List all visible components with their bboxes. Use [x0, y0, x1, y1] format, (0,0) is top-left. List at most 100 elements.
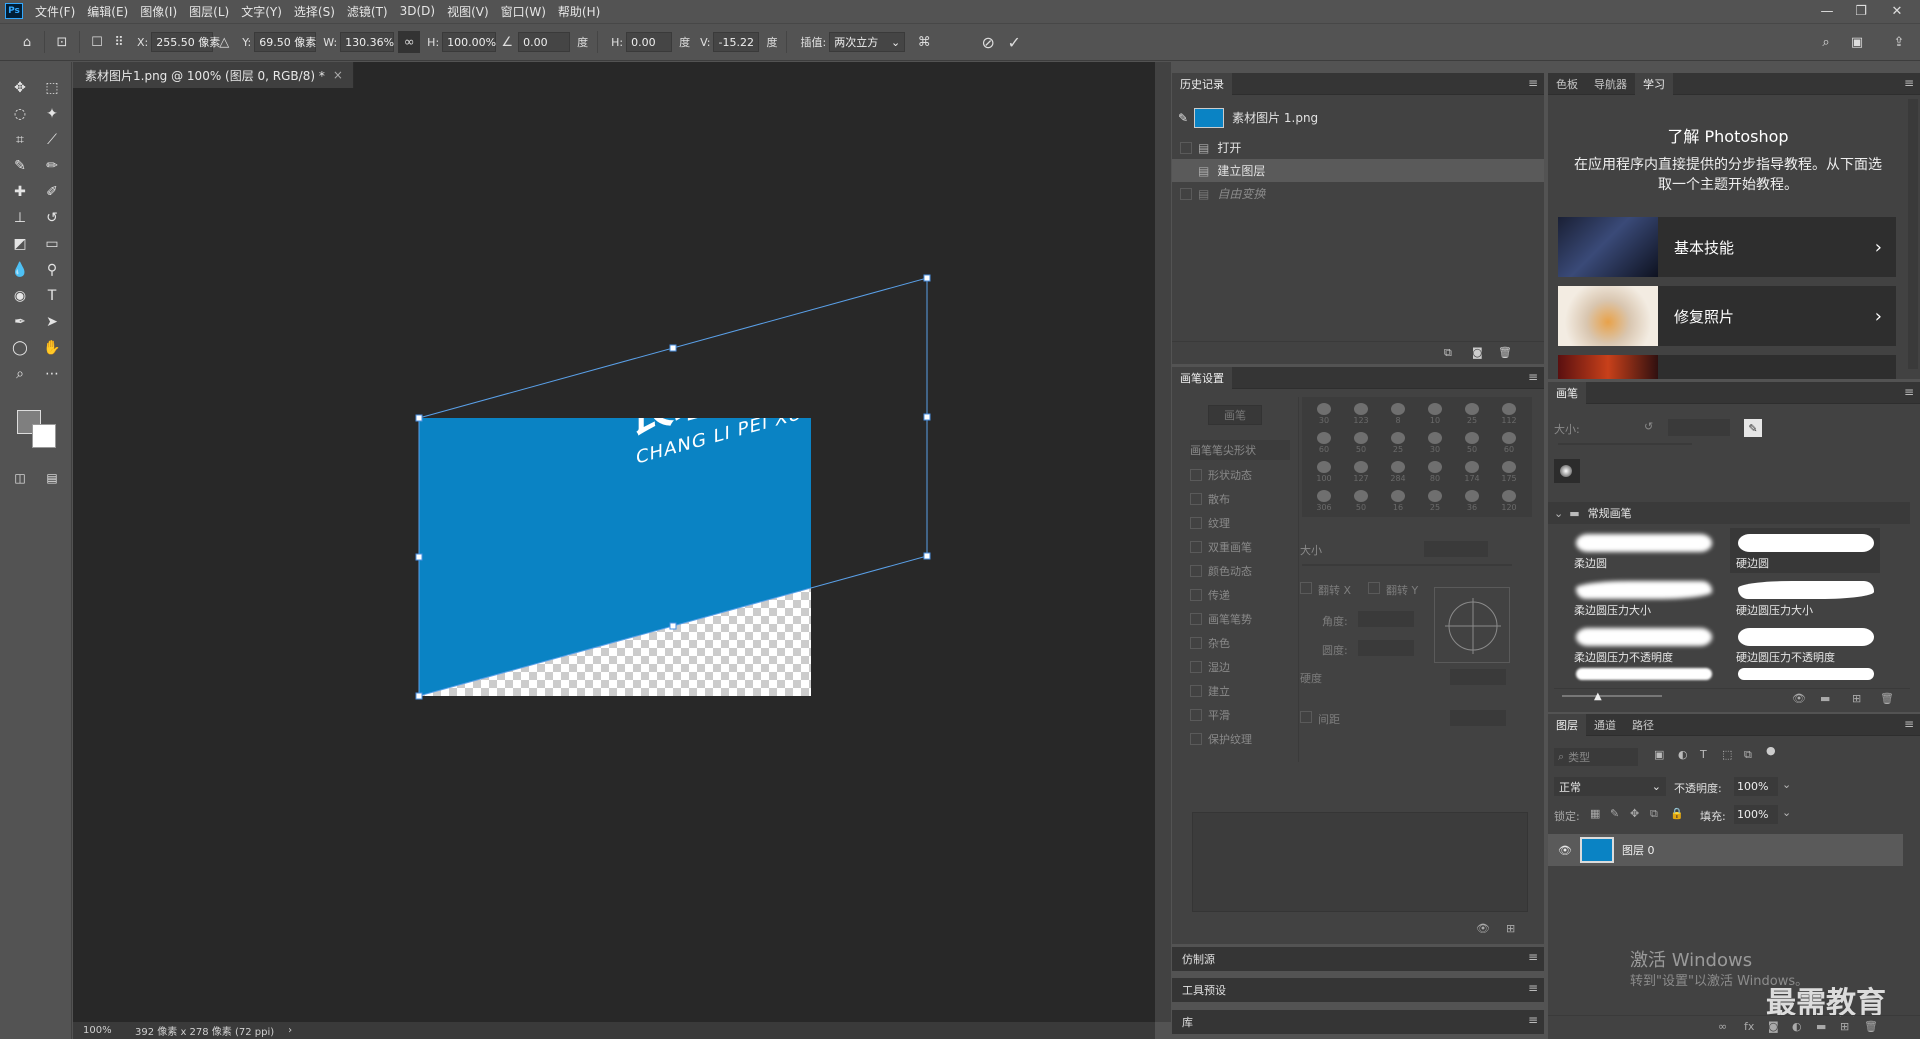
status-arrow[interactable]: › [288, 1025, 292, 1036]
skew-v-field[interactable]: -15.22 [713, 32, 760, 52]
commit-transform-icon[interactable]: ✓ [1003, 31, 1025, 53]
menu-view[interactable]: 视图(V) [441, 3, 495, 20]
menu-edit[interactable]: 编辑(E) [81, 3, 134, 20]
brush-opt-transfer[interactable]: 传递 [1190, 585, 1230, 605]
brush-preset[interactable]: 36 [1456, 488, 1488, 515]
opacity-field[interactable]: 100% [1734, 777, 1778, 796]
handle-bottom-left[interactable] [415, 692, 423, 700]
brush-angle-field[interactable] [1358, 611, 1414, 627]
spacing-field[interactable] [1450, 710, 1506, 726]
width-field[interactable]: 130.36% [340, 32, 395, 52]
menu-select[interactable]: 选择(S) [288, 3, 341, 20]
eyedropper-tool-icon[interactable]: ⟋ [39, 128, 65, 152]
close-icon[interactable]: ✕ [1880, 0, 1914, 22]
handle-bottom-middle[interactable] [669, 622, 677, 630]
layer-filter-select[interactable]: ⌕ 类型 [1554, 748, 1638, 766]
brush-preset[interactable]: 30 [1308, 401, 1340, 428]
ellipse-tool-icon[interactable]: ◯ [7, 336, 33, 360]
handle-top-right[interactable] [923, 274, 931, 282]
height-field[interactable]: 100.00% [442, 32, 497, 52]
tab-layers[interactable]: 图层 [1548, 713, 1586, 736]
history-item-free-transform[interactable]: ▤ 自由变换 [1172, 182, 1544, 205]
new-brush-preset-icon[interactable]: ✎ [1744, 419, 1762, 437]
canvas-scrollbar[interactable] [1155, 62, 1171, 1022]
brush-button[interactable]: 画笔 [1208, 405, 1262, 425]
brush-preset[interactable]: 50 [1345, 488, 1377, 515]
brush-preset[interactable]: 16 [1382, 488, 1414, 515]
filter-adjust-icon[interactable]: ◐ [1678, 748, 1688, 761]
zoom-tool-icon[interactable]: ⌕ [7, 362, 33, 386]
brush-preset[interactable]: 60 [1308, 430, 1340, 457]
dodge-tool-icon[interactable]: ⚲ [39, 258, 65, 282]
brush-preset[interactable]: 100 [1308, 459, 1340, 486]
marquee-tool-icon[interactable]: ⬚ [39, 76, 65, 100]
brush-preset[interactable]: 120 [1493, 488, 1525, 515]
menu-filter[interactable]: 滤镜(T) [341, 3, 394, 20]
hand-tool-icon[interactable]: ✋ [39, 336, 65, 360]
brush-preset[interactable]: 306 [1308, 488, 1340, 515]
tool-presets-panel[interactable]: 工具预设 ≡ [1172, 978, 1544, 1002]
libraries-panel[interactable]: 库 ≡ [1172, 1010, 1544, 1034]
pencil-tool-icon[interactable]: ✏ [39, 154, 65, 178]
quick-mask-icon[interactable]: ◫ [7, 466, 33, 490]
slider-thumb-icon[interactable]: ▲ [1594, 691, 1602, 702]
adjustment-icon[interactable]: ◐ [1792, 1020, 1802, 1033]
history-snapshot[interactable]: ✎ 素材图片 1.png [1172, 106, 1544, 129]
chevron-down-icon[interactable]: ⌄ [1782, 778, 1791, 791]
roundness-field[interactable] [1358, 640, 1414, 656]
brush-hard-round-pressure-size[interactable]: 硬边圆压力大小 [1730, 575, 1880, 620]
learn-card-partial[interactable] [1558, 355, 1896, 379]
filter-shape-icon[interactable]: ⬚ [1722, 748, 1732, 761]
stamp-tool-icon[interactable]: ⊥ [7, 206, 33, 230]
brush-opt-scatter[interactable]: 散布 [1190, 489, 1230, 509]
gradient-tool-icon[interactable]: ▭ [39, 232, 65, 256]
panel-menu-icon[interactable]: ≡ [1528, 950, 1538, 964]
background-color-swatch[interactable] [32, 424, 56, 448]
home-icon[interactable]: ⌂ [16, 31, 38, 53]
brush-hard-round[interactable]: 硬边圆 [1730, 528, 1880, 573]
menu-file[interactable]: 文件(F) [29, 3, 81, 20]
lock-position-icon[interactable]: ✥ [1630, 807, 1639, 820]
brush-tool-icon[interactable]: ✎ [7, 154, 33, 178]
new-icon[interactable]: ⊞ [1852, 692, 1861, 705]
brush-opt-wet-edges[interactable]: 湿边 [1190, 657, 1230, 677]
pen-tool-icon[interactable]: ✒ [7, 310, 33, 334]
panel-menu-icon[interactable]: ≡ [1904, 385, 1914, 399]
eraser-tool-icon[interactable]: ◩ [7, 232, 33, 256]
brush-opt-brush-pose[interactable]: 画笔笔势 [1190, 609, 1252, 629]
menu-3d[interactable]: 3D(D) [394, 4, 441, 18]
tab-history[interactable]: 历史记录 [1172, 72, 1232, 95]
spacing-checkbox[interactable]: 间距 [1300, 711, 1340, 727]
trash-icon[interactable]: 🗑 [1880, 692, 1894, 705]
brush-preset[interactable]: 112 [1493, 401, 1525, 428]
brush-opt-shape-dynamics[interactable]: 形状动态 [1190, 465, 1252, 485]
brush-soft-round[interactable]: 柔边圆 [1568, 528, 1718, 573]
reference-point-toggle-icon[interactable]: ☐ [86, 31, 108, 53]
brush-soft-round-pressure-opacity[interactable]: 柔边圆压力不透明度 [1568, 622, 1718, 667]
handle-middle-left[interactable] [415, 553, 423, 561]
brush-opt-buildup[interactable]: 建立 [1190, 681, 1230, 701]
brush-preset-grid[interactable]: 30 123 8 10 25 112 60 50 25 30 50 60 100 127 284 80 174 1… [1302, 397, 1532, 517]
canvas-svg[interactable]: 长理培训 CHANG LI PEI XUN [73, 88, 1155, 1022]
minimize-icon[interactable]: — [1810, 0, 1844, 22]
brush-angle-preview[interactable] [1434, 587, 1510, 663]
recent-brush[interactable] [1554, 459, 1580, 483]
tab-swatches[interactable]: 色板 [1548, 73, 1586, 95]
filter-pixel-icon[interactable]: ▣ [1654, 748, 1664, 761]
panel-menu-icon[interactable]: ≡ [1528, 981, 1538, 995]
learn-card-basic-skills[interactable]: 基本技能 › [1558, 217, 1896, 277]
handle-top-left[interactable] [415, 414, 423, 422]
magic-wand-tool-icon[interactable]: ✦ [39, 102, 65, 126]
share-icon[interactable]: ⇪ [1888, 31, 1910, 53]
angle-field[interactable]: 0.00 [518, 32, 571, 52]
canvas[interactable]: 长理培训 CHANG LI PEI XUN [73, 88, 1155, 1022]
brush-opt-color-dynamics[interactable]: 颜色动态 [1190, 561, 1252, 581]
brush-preview-slider[interactable] [1562, 695, 1662, 697]
search-icon[interactable]: ⌕ [1815, 31, 1837, 53]
brush-opt-smoothing[interactable]: 平滑 [1190, 705, 1230, 725]
brush-preset[interactable]: 25 [1382, 430, 1414, 457]
lasso-tool-icon[interactable]: ◌ [7, 102, 33, 126]
brush-preset[interactable]: 80 [1419, 459, 1451, 486]
menu-type[interactable]: 文字(Y) [235, 3, 288, 20]
tab-brushes[interactable]: 画笔 [1548, 381, 1586, 404]
